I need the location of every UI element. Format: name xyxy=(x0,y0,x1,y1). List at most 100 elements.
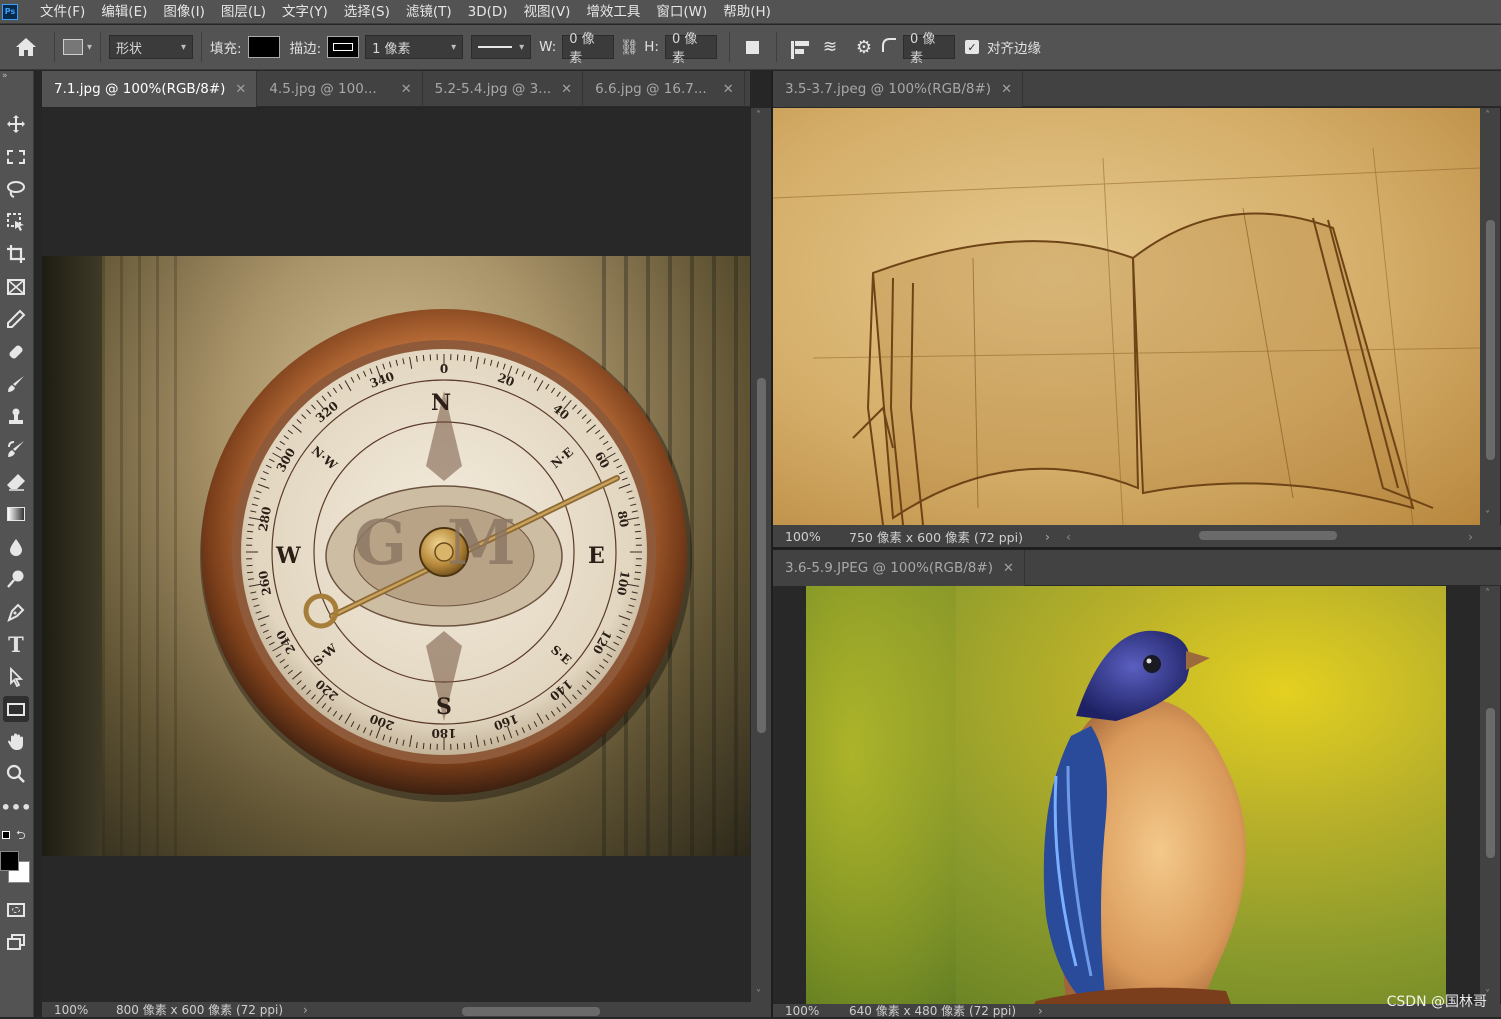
document-size: 800 像素 x 600 像素 (72 ppi) xyxy=(116,1001,283,1018)
tab-6-6[interactable]: 6.6.jpg @ 16.7...✕ xyxy=(583,71,745,107)
horizontal-scroll-thumb[interactable] xyxy=(1199,531,1337,540)
document-size: 750 像素 x 600 像素 (72 ppi) xyxy=(849,527,1023,546)
menu-type[interactable]: 文字(Y) xyxy=(274,0,336,24)
watermark: CSDN @国林哥 xyxy=(1387,991,1487,1011)
tab-7-1[interactable]: 7.1.jpg @ 100%(RGB/8#)✕ xyxy=(42,71,257,107)
compass-label-n: N xyxy=(431,390,451,416)
menu-layer[interactable]: 图层(L) xyxy=(213,0,274,24)
stroke-type-select[interactable]: ▾ xyxy=(471,35,531,59)
close-icon[interactable]: ✕ xyxy=(723,82,734,97)
scroll-thumb[interactable] xyxy=(1486,220,1495,460)
default-colors-icon[interactable] xyxy=(2,831,10,839)
home-icon[interactable] xyxy=(6,27,46,67)
hand-tool-icon[interactable] xyxy=(3,729,29,755)
brush-tool-icon[interactable] xyxy=(3,371,29,397)
rectangle-tool-icon[interactable] xyxy=(3,696,29,722)
close-icon[interactable]: ✕ xyxy=(1003,561,1014,576)
pen-tool-icon[interactable] xyxy=(3,599,29,625)
path-arrangement-icon[interactable]: ≋ xyxy=(813,37,847,57)
menu-file[interactable]: 文件(F) xyxy=(32,0,93,24)
separator xyxy=(201,32,202,62)
scroll-down-icon[interactable]: ˅ xyxy=(1485,510,1490,521)
compass-image: GM N S E W N·E N·W S·E S·W 0204060801001… xyxy=(42,256,750,856)
menu-3d[interactable]: 3D(D) xyxy=(460,0,516,24)
chevron-right-icon[interactable]: › xyxy=(1468,529,1473,544)
menu-view[interactable]: 视图(V) xyxy=(516,0,579,24)
dodge-tool-icon[interactable] xyxy=(3,566,29,592)
scroll-up-icon[interactable]: ˄ xyxy=(1485,588,1490,599)
path-operations-icon[interactable] xyxy=(738,41,768,54)
mode-select[interactable]: 形状 ▾ xyxy=(109,35,193,59)
menu-plugins[interactable]: 增效工具 xyxy=(578,0,648,24)
tools-panel: » T ••• ⮌ xyxy=(0,71,34,1017)
eraser-tool-icon[interactable] xyxy=(3,469,29,495)
menu-edit[interactable]: 编辑(E) xyxy=(93,0,155,24)
menu-select[interactable]: 选择(S) xyxy=(336,0,398,24)
top-right-vertical-scrollbar[interactable]: ˄ ˅ xyxy=(1480,108,1500,525)
link-icon[interactable]: ⛓ xyxy=(614,38,644,56)
corner-radius-icon xyxy=(881,37,903,57)
frame-tool-icon[interactable] xyxy=(3,274,29,300)
width-field[interactable]: 0 像素 xyxy=(562,35,614,59)
crop-tool-icon[interactable] xyxy=(3,241,29,267)
screen-mode-icon[interactable] xyxy=(3,929,29,955)
move-tool-icon[interactable] xyxy=(3,111,29,137)
marquee-tool-icon[interactable] xyxy=(3,144,29,170)
align-edges-checkbox[interactable]: ✓ xyxy=(965,40,979,54)
chevron-right-icon[interactable]: › xyxy=(303,1003,308,1017)
path-select-tool-icon[interactable] xyxy=(3,664,29,690)
tab-5-2-5-4[interactable]: 5.2-5.4.jpg @ 3...✕ xyxy=(423,71,583,107)
scroll-up-icon[interactable]: ˄ xyxy=(756,110,761,121)
separator xyxy=(729,32,730,62)
swap-colors-icon[interactable]: ⮌ xyxy=(16,826,26,847)
left-vertical-scrollbar[interactable]: ˄ ˅ xyxy=(751,108,771,1004)
chevron-right-icon[interactable]: › xyxy=(1038,1004,1043,1018)
corner-radius-field[interactable]: 0 像素 xyxy=(903,35,955,59)
panel-collapse-icon[interactable]: » xyxy=(2,71,8,81)
close-icon[interactable]: ✕ xyxy=(1001,82,1012,97)
tab-3-6-5-9[interactable]: 3.6-5.9.JPEG @ 100%(RGB/8#)✕ xyxy=(773,550,1025,586)
history-brush-tool-icon[interactable] xyxy=(3,436,29,462)
menu-image[interactable]: 图像(I) xyxy=(155,0,213,24)
scroll-thumb[interactable] xyxy=(757,378,766,733)
menu-filter[interactable]: 滤镜(T) xyxy=(398,0,460,24)
more-tools-icon[interactable]: ••• xyxy=(3,794,29,820)
close-icon[interactable]: ✕ xyxy=(401,82,412,97)
gradient-tool-icon[interactable] xyxy=(3,501,29,527)
menu-window[interactable]: 窗口(W) xyxy=(648,0,715,24)
eyedropper-tool-icon[interactable] xyxy=(3,306,29,332)
fill-swatch[interactable] xyxy=(248,36,280,58)
stroke-width-field[interactable]: 1 像素 ▾ xyxy=(365,35,463,59)
scroll-thumb[interactable] xyxy=(1486,708,1495,858)
blur-tool-icon[interactable] xyxy=(3,534,29,560)
height-field[interactable]: 0 像素 xyxy=(665,35,717,59)
foreground-color-swatch[interactable] xyxy=(0,851,19,871)
chevron-left-icon[interactable]: ‹ xyxy=(1066,529,1071,544)
rectangle-preset-icon xyxy=(63,39,83,55)
stroke-swatch[interactable] xyxy=(327,36,359,58)
close-icon[interactable]: ✕ xyxy=(561,82,572,97)
tab-3-5-3-7[interactable]: 3.5-3.7.jpeg @ 100%(RGB/8#)✕ xyxy=(773,71,1023,107)
horizontal-scroll-thumb[interactable] xyxy=(462,1007,600,1016)
clone-stamp-tool-icon[interactable] xyxy=(3,404,29,430)
gear-icon[interactable]: ⚙ xyxy=(847,37,881,58)
menu-help[interactable]: 帮助(H) xyxy=(715,0,779,24)
bottom-right-vertical-scrollbar[interactable]: ˄ ˅ xyxy=(1480,586,1500,1004)
stroke-label: 描边: xyxy=(290,37,322,57)
close-icon[interactable]: ✕ xyxy=(235,82,246,97)
tool-preset-picker[interactable]: ▾ xyxy=(63,39,92,55)
path-alignment-icon[interactable] xyxy=(785,41,813,54)
zoom-tool-icon[interactable] xyxy=(3,761,29,787)
zoom-level[interactable]: 100% xyxy=(42,1003,106,1017)
scroll-down-icon[interactable]: ˅ xyxy=(756,989,761,1000)
healing-brush-tool-icon[interactable] xyxy=(3,339,29,365)
zoom-level[interactable]: 100% xyxy=(773,529,837,544)
quick-mask-icon[interactable] xyxy=(3,897,29,923)
scroll-up-icon[interactable]: ˄ xyxy=(1485,110,1490,121)
chevron-right-icon[interactable]: › xyxy=(1045,529,1050,544)
type-tool-icon[interactable]: T xyxy=(3,631,29,657)
zoom-level[interactable]: 100% xyxy=(773,1004,837,1018)
tab-4-5[interactable]: 4.5.jpg @ 100...✕ xyxy=(257,71,422,107)
lasso-tool-icon[interactable] xyxy=(3,176,29,202)
object-select-tool-icon[interactable] xyxy=(3,209,29,235)
